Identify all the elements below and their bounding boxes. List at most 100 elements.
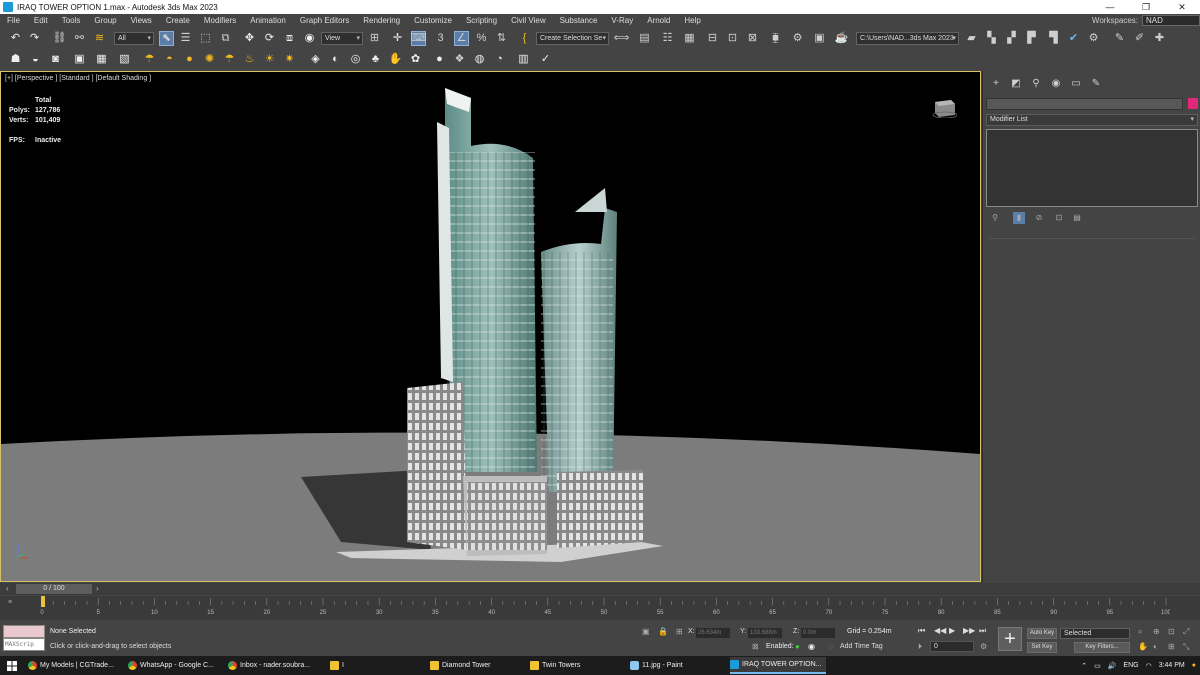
time-configuration-icon[interactable]: ⚙ [980,642,987,651]
vray-proxy-cube-icon[interactable]: ◈ [308,52,323,67]
y-coordinate-field[interactable]: 133.688m [748,628,782,638]
taskbar-item-paint[interactable]: 11.jpg - Paint [630,657,726,674]
menu-scripting[interactable]: Scripting [459,14,504,27]
zoom-extents-icon[interactable]: ⊡ [1168,627,1175,636]
window-crossing-icon[interactable]: ⧉ [218,31,233,46]
vray-material-icon[interactable]: ◍ [472,52,487,67]
remove-modifier-icon[interactable]: ⊡ [1053,212,1065,224]
angle-snap-icon[interactable]: ∠ [454,31,469,46]
vray-render-icon[interactable]: ▛ [1024,31,1039,46]
track-bar[interactable]: ≡ 0 5 10 15 20 25 30 35 40 45 50 55 60 65 70 75 80 85 90 95… [0,596,1200,620]
menu-civil-view[interactable]: Civil View [504,14,553,27]
field-of-view-icon[interactable]: ⤢ [1183,627,1189,637]
vray-proxy-icon[interactable]: ▧ [117,52,132,67]
teapot-icon[interactable]: ☗ [8,52,23,67]
scale-icon[interactable]: ⧈ [282,31,297,46]
curve-editor-icon[interactable]: ⊡ [725,31,740,46]
named-selection-set-dropdown[interactable]: Create Selection Se [536,32,609,45]
vray-logo-icon[interactable]: ✓ [538,52,553,67]
menu-help[interactable]: Help [677,14,707,27]
time-slider-thumb[interactable]: 0 / 100 [16,584,92,594]
settings-icon[interactable]: ⚙ [1086,31,1101,46]
schematic-view-icon[interactable]: ⊠ [745,31,760,46]
select-by-name-icon[interactable]: ☰ [178,31,193,46]
move-icon[interactable]: ✥ [242,31,257,46]
taskbar-item-folder-i[interactable]: I [330,657,426,674]
auto-key-button[interactable]: Auto Key [1027,628,1057,639]
vray-settings-icon[interactable]: ▦ [94,52,109,67]
menu-rendering[interactable]: Rendering [356,14,407,27]
zoom-all-icon[interactable]: ⊞ [1168,642,1175,651]
taskbar-item-twin-towers[interactable]: Twin Towers [530,657,626,674]
menu-vray[interactable]: V-Ray [604,14,640,27]
reference-coordinate-dropdown[interactable]: View [321,32,363,45]
vray-interactive-icon[interactable]: ▞ [1004,31,1019,46]
object-color-swatch[interactable] [1188,98,1198,109]
menu-substance[interactable]: Substance [553,14,605,27]
menu-views[interactable]: Views [124,14,159,27]
percent-snap-icon[interactable]: % [474,31,489,46]
menu-tools[interactable]: Tools [55,14,88,27]
vray-cloud-icon[interactable]: ◔ [492,52,507,67]
snaps-toggle-icon[interactable]: 3 [433,31,448,46]
menu-arnold[interactable]: Arnold [640,14,677,27]
menu-customize[interactable]: Customize [407,14,459,27]
bind-space-warp-icon[interactable]: ≋ [92,31,107,46]
menu-file[interactable]: File [0,14,27,27]
maximize-viewport-icon[interactable]: ⤡ [1183,642,1189,652]
key-mode-icon[interactable]: ⏵ [918,642,922,652]
enabled-toggle-icon[interactable]: ◉ [808,642,815,651]
brush-icon[interactable]: ✐ [1132,31,1147,46]
set-keys-big-button[interactable]: + [998,627,1022,651]
sphere-render-icon[interactable]: ◒ [28,52,43,67]
frame-buffer-icon[interactable]: ▣ [72,52,87,67]
scene-explorer-icon[interactable]: ☷ [660,31,675,46]
modify-tab-icon[interactable]: ◩ [1009,77,1023,91]
orbit-icon[interactable]: ⊕ [1153,627,1160,636]
menu-edit[interactable]: Edit [27,14,55,27]
select-object-icon[interactable]: ⬉ [159,31,174,46]
extra-tool-icon[interactable]: ✚ [1152,31,1167,46]
sun-sky-icon[interactable]: ✷ [282,52,297,67]
tray-overflow-icon[interactable]: ⌃ [1081,662,1087,670]
enabled-indicator-icon[interactable]: ● [795,642,800,651]
object-name-field[interactable] [986,98,1183,110]
menu-graph-editors[interactable]: Graph Editors [293,14,356,27]
vray-volume-icon[interactable]: ✿ [408,52,423,67]
wifi-icon[interactable]: ◠ [1146,662,1152,670]
key-selection-set-dropdown[interactable]: Selected [1060,628,1130,639]
menu-group[interactable]: Group [87,14,123,27]
material-ball-icon[interactable]: ● [432,52,447,67]
walk-through-icon[interactable]: ◐ [1153,642,1158,651]
pivot-center-icon[interactable]: ⊞ [367,31,382,46]
clock[interactable]: 3:44 PM [1159,662,1185,669]
toggle-ribbon-icon[interactable]: ⊟ [705,31,720,46]
next-frame-icon[interactable]: ▶▶ [963,626,975,635]
vray-clipper-icon[interactable]: ✋ [388,52,403,67]
sun-light-icon[interactable]: ☀ [262,52,277,67]
absolute-mode-icon[interactable]: ⊞ [676,627,683,636]
open-mini-curve-editor-icon[interactable]: ≡ [8,599,12,606]
menu-modifiers[interactable]: Modifiers [197,14,243,27]
current-frame-marker[interactable] [41,596,45,607]
motion-tab-icon[interactable]: ◉ [1049,77,1063,91]
isolate-selection-icon[interactable]: ▣ [642,627,650,636]
select-manipulate-icon[interactable]: ✛ [390,31,405,46]
zoom-icon[interactable]: ⌕ [1138,627,1142,637]
vray-sphere-icon[interactable]: ◎ [348,52,363,67]
workspaces-dropdown[interactable]: NAD [1142,15,1200,26]
vray-scene-converter-icon[interactable]: ▥ [516,52,531,67]
rotate-icon[interactable]: ⟳ [262,31,277,46]
rendered-frame-window-icon[interactable]: ▣ [812,31,827,46]
go-to-start-icon[interactable]: ⏮ [918,626,925,636]
project-folder-icon[interactable]: ▰ [964,31,979,46]
taskbar-item-inbox[interactable]: Inbox - nader.soubra... [228,657,324,674]
previous-frame-icon[interactable]: ◀◀ [934,626,946,635]
rectangular-selection-icon[interactable]: ⬚ [198,31,213,46]
vray-frame-buffer-icon[interactable]: ▚ [984,31,999,46]
vray-plane-icon[interactable]: ◐ [328,52,343,67]
time-slider[interactable]: ‹ 0 / 100 › [0,583,1200,595]
windows-start-icon[interactable] [0,656,24,675]
modifier-list-dropdown[interactable]: Modifier List [986,114,1198,126]
key-filters-button[interactable]: Key Filters... [1074,642,1130,653]
